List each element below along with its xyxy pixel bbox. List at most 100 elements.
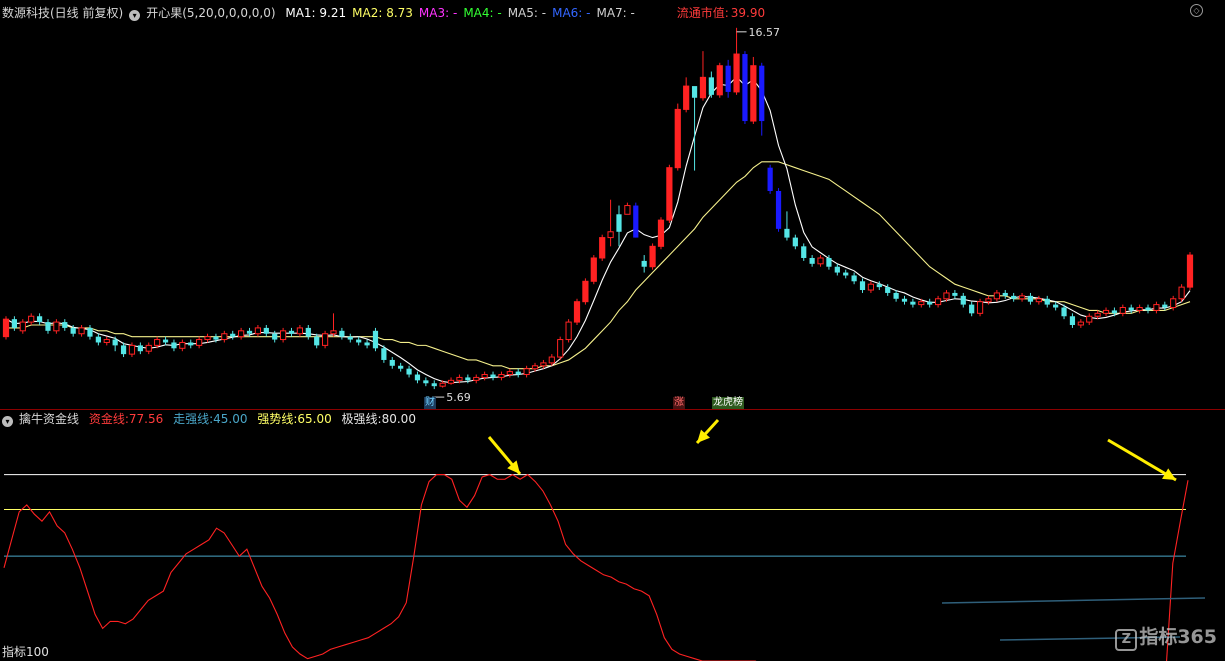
candle-body — [801, 246, 807, 258]
candle-body — [238, 330, 245, 338]
candle-body — [540, 362, 547, 367]
candle-body — [356, 339, 362, 343]
candle-body — [447, 379, 455, 384]
candle-body — [506, 371, 513, 376]
indicator-settings-icon[interactable]: ▾ — [2, 416, 13, 427]
candle-body — [112, 339, 118, 346]
candle-body — [876, 284, 882, 288]
candle-body — [70, 327, 76, 334]
watermark-logo: Z 指标365 — [1115, 622, 1217, 651]
candle-body — [1086, 315, 1093, 323]
candle-body — [969, 304, 975, 314]
candle-body — [674, 108, 681, 169]
candle-body — [641, 260, 647, 267]
candle-body — [1178, 286, 1185, 300]
candle-body — [683, 85, 690, 110]
candle-body — [784, 228, 790, 238]
badge-zhang[interactable]: 涨 — [673, 397, 685, 409]
candle-body — [103, 339, 110, 343]
candle-body — [893, 292, 899, 299]
candle-body — [817, 257, 824, 265]
badge-longhu[interactable]: 龙虎榜 — [712, 397, 744, 409]
candle-body — [633, 205, 639, 238]
candle-body — [120, 345, 127, 355]
annotation-label: 5.69 — [446, 391, 471, 404]
candle-body — [809, 257, 815, 264]
candle-body — [1170, 298, 1177, 309]
candle-body — [607, 231, 614, 239]
candle-body — [389, 359, 395, 366]
candle-body — [918, 301, 925, 306]
candle-body — [423, 380, 429, 384]
fund-value: 77.56 — [128, 412, 164, 426]
extreme-value: 80.00 — [381, 412, 416, 426]
strong-value: 65.00 — [297, 412, 332, 426]
candle-body — [565, 321, 572, 341]
candle-body — [1136, 307, 1143, 311]
chart-canvas: 16.57 5.69 — [2, 26, 1206, 661]
candle-body — [372, 330, 379, 349]
candle-body — [666, 167, 673, 221]
candle-body — [45, 322, 51, 331]
candle-body — [196, 339, 203, 346]
candle-body — [1145, 307, 1151, 311]
candle-body — [330, 330, 337, 335]
candle-body — [280, 330, 287, 341]
candle-body — [2, 318, 10, 338]
candle-body — [1162, 304, 1168, 308]
candle-body — [171, 342, 177, 349]
indicator-title[interactable]: 擒牛资金线 — [19, 412, 79, 426]
candle-body — [1119, 307, 1126, 314]
candle-body — [321, 333, 329, 346]
candle-body — [137, 345, 143, 352]
candle-body — [523, 368, 530, 376]
candle-body — [1077, 321, 1084, 326]
candle-body — [213, 336, 219, 340]
indicator-tab[interactable]: 指标100 — [2, 643, 49, 660]
candle-body — [314, 336, 320, 346]
candle-body — [204, 336, 211, 341]
badge-cai[interactable]: 财 — [424, 397, 436, 409]
candle-body — [1018, 295, 1026, 300]
candle-body — [767, 167, 773, 191]
watermark-icon: Z — [1115, 629, 1138, 651]
candle-body — [699, 76, 707, 99]
candle-body — [1027, 295, 1034, 302]
candle-body — [657, 219, 665, 247]
extreme-label: 极强线: — [341, 412, 382, 426]
candle-body — [364, 342, 370, 346]
candle-body — [1186, 254, 1194, 288]
candle-body — [733, 53, 740, 93]
watermark-text: 指标365 — [1139, 626, 1217, 648]
candle-body — [775, 190, 782, 229]
candle-body — [305, 327, 311, 337]
candle-body — [406, 368, 412, 375]
candle-body — [162, 339, 169, 343]
candle-body — [1011, 295, 1017, 299]
candle-body — [78, 327, 85, 335]
candle-body — [1102, 309, 1110, 314]
price-panel: 16.57 5.69 — [2, 26, 1194, 404]
candle-body — [750, 65, 757, 122]
candle-body — [145, 344, 152, 352]
candle-body — [725, 65, 731, 92]
candle-body — [649, 245, 656, 268]
candle-body — [95, 336, 101, 343]
candle-body — [759, 65, 765, 122]
candle-body — [1053, 304, 1059, 308]
candle-body — [481, 374, 488, 378]
candle-body — [1094, 312, 1101, 317]
candle-body — [985, 298, 992, 303]
indicator-panel — [3, 418, 1206, 661]
candle-body — [456, 376, 463, 381]
candle-body — [624, 205, 631, 215]
candle-body — [952, 292, 958, 296]
faint-trace — [941, 597, 1206, 604]
candle-body — [1111, 310, 1118, 314]
candle-body — [19, 321, 26, 332]
candle-body — [599, 237, 606, 259]
candle-body — [11, 319, 18, 328]
candle-body — [414, 374, 421, 381]
candle-body — [128, 344, 136, 355]
candle-body — [792, 237, 798, 247]
